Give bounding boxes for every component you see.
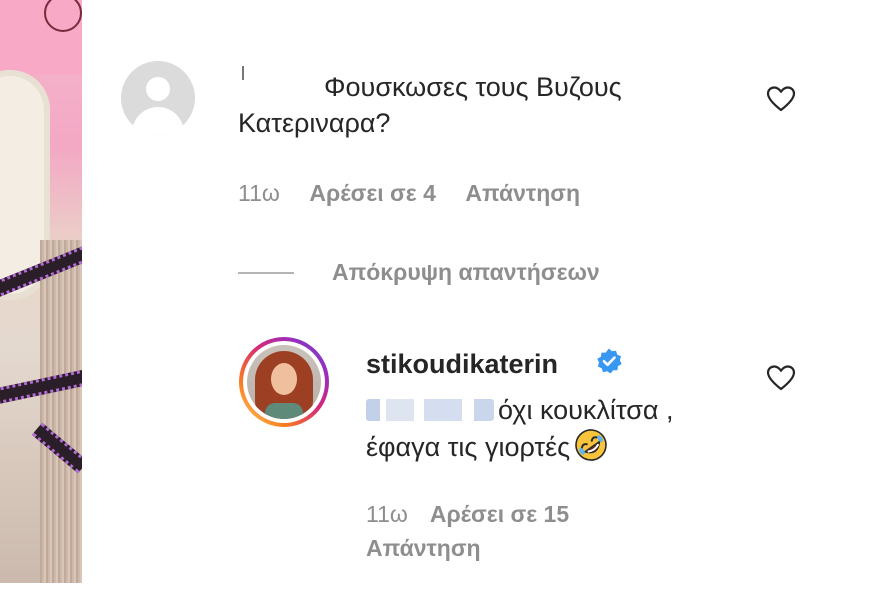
like-heart-icon[interactable] bbox=[766, 85, 796, 113]
redacted-mention[interactable] bbox=[366, 399, 494, 421]
comment-text: Φουσκωσες τους Βυζους Κατεριναρα? bbox=[238, 66, 738, 141]
redacted-username[interactable] bbox=[238, 66, 324, 105]
hide-replies-divider bbox=[238, 272, 294, 274]
reply-username[interactable]: stikoudikaterin bbox=[366, 347, 558, 381]
reply-meta: 11ω Αρέσει σε 15 Απάντηση bbox=[366, 500, 666, 562]
reply-text: όχι κουκλίτσα , έφαγα τις γιορτές bbox=[366, 392, 786, 465]
likes-count[interactable]: Αρέσει σε 4 bbox=[309, 180, 435, 206]
laughing-emoji-icon bbox=[574, 428, 608, 462]
reply-reply-button[interactable]: Απάντηση bbox=[366, 534, 666, 562]
verified-badge-icon bbox=[595, 347, 623, 375]
commenter-avatar[interactable] bbox=[121, 61, 195, 135]
reply-time[interactable]: 11ω bbox=[366, 501, 408, 527]
comment-meta: 11ω Αρέσει σε 4 Απάντηση bbox=[238, 179, 604, 207]
reply-avatar[interactable] bbox=[239, 337, 329, 427]
reply-likes-count[interactable]: Αρέσει σε 15 bbox=[430, 501, 569, 527]
bottom-edge bbox=[0, 583, 880, 607]
hide-replies-label[interactable]: Απόκρυψη απαντήσεων bbox=[332, 258, 600, 286]
post-image-edge bbox=[0, 0, 82, 583]
comment-time[interactable]: 11ω bbox=[238, 180, 280, 206]
reply-button[interactable]: Απάντηση bbox=[465, 180, 580, 206]
like-heart-icon[interactable] bbox=[766, 364, 796, 392]
